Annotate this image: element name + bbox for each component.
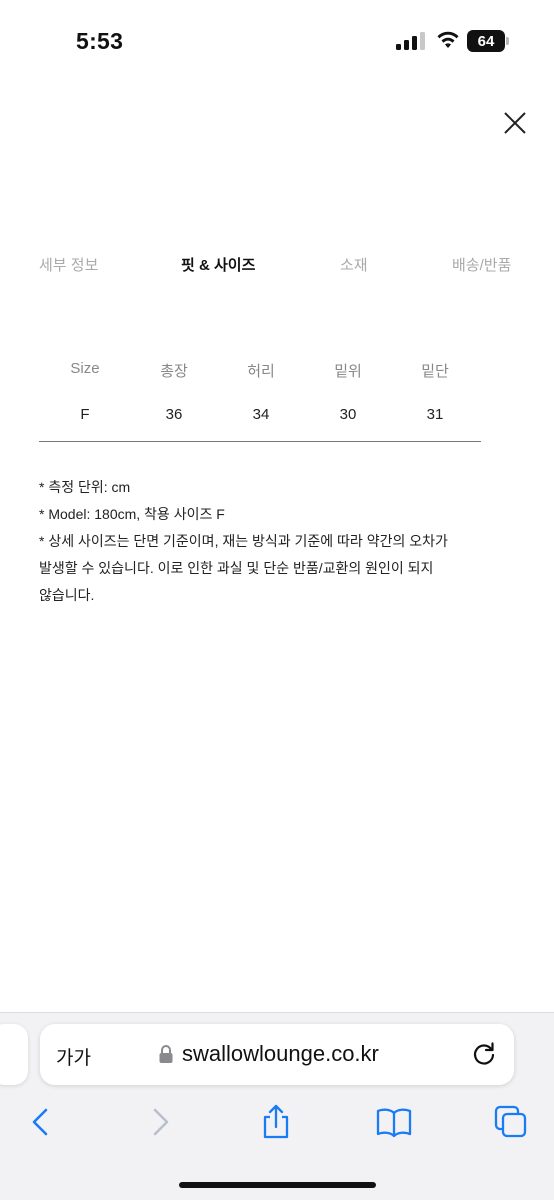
tab-material[interactable]: 소재 <box>340 254 368 275</box>
header-cell-waist: 허리 <box>247 363 275 380</box>
tab-fit-size[interactable]: 핏 & 사이즈 <box>181 254 255 275</box>
home-indicator[interactable] <box>179 1182 376 1188</box>
text-size-button[interactable]: 가가 <box>56 1043 91 1070</box>
table-row: F 36 34 30 31 <box>39 401 481 450</box>
note-line: * Model: 180cm, 착용 사이즈 F <box>39 506 225 522</box>
bookmarks-icon[interactable] <box>376 1104 412 1140</box>
header-cell-total-length: 총장 <box>160 363 188 380</box>
table-cell: 36 <box>165 406 183 423</box>
forward-icon[interactable] <box>143 1104 179 1140</box>
size-notes: * 측정 단위: cm * Model: 180cm, 착용 사이즈 F * 상… <box>39 474 509 609</box>
note-line: 않습니다. <box>39 587 95 603</box>
close-icon[interactable] <box>500 108 530 138</box>
previous-tab-preview[interactable] <box>0 1024 28 1085</box>
size-table-header: Size 총장 허리 밑위 밑단 <box>39 352 481 401</box>
header-cell-hem: 밑단 <box>421 363 449 380</box>
note-line: * 측정 단위: cm <box>39 479 131 495</box>
header-cell-size: Size <box>70 360 100 377</box>
status-time: 5:53 <box>76 28 124 54</box>
lock-icon <box>159 1045 173 1063</box>
note-line: * 상세 사이즈는 단면 기준이며, 재는 방식과 기준에 따라 약간의 오차가 <box>39 533 448 549</box>
table-cell: 31 <box>426 406 444 423</box>
back-icon[interactable] <box>24 1104 60 1140</box>
header-cell-rise: 밑위 <box>334 363 362 380</box>
cellular-signal-icon <box>396 32 425 50</box>
reload-icon[interactable] <box>470 1040 498 1068</box>
table-divider <box>39 441 481 442</box>
wifi-icon <box>437 31 459 48</box>
size-table: Size 총장 허리 밑위 밑단 F 36 34 30 31 <box>39 352 481 450</box>
battery-level: 64 <box>467 30 505 52</box>
url-text[interactable]: swallowlounge.co.kr <box>182 1041 379 1067</box>
table-cell: 30 <box>339 406 357 423</box>
note-line: 발생할 수 있습니다. 이로 인한 과실 및 단순 반품/교환의 원인이 되지 <box>39 560 434 576</box>
share-icon[interactable] <box>258 1104 294 1140</box>
tab-shipping-returns[interactable]: 배송/반품 <box>452 254 511 275</box>
page: 5:53 64 세부 정보 핏 & 사이즈 소재 배송/반품 Size 총장 허… <box>0 0 554 1200</box>
table-cell: F <box>80 406 90 423</box>
battery-icon: 64 <box>467 30 511 52</box>
address-bar[interactable]: 가가 swallowlounge.co.kr <box>40 1024 514 1085</box>
table-cell: 34 <box>252 406 270 423</box>
tab-detail-info[interactable]: 세부 정보 <box>39 254 98 275</box>
battery-cap <box>506 37 509 45</box>
tabs-icon[interactable] <box>493 1104 529 1140</box>
